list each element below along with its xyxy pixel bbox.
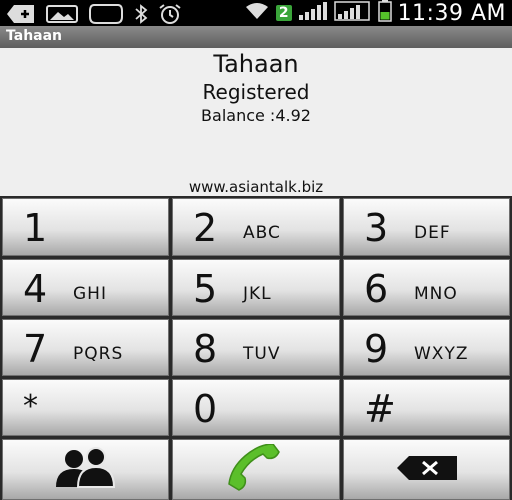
- key-1[interactable]: 1: [2, 198, 169, 256]
- key-letters: JKL: [243, 284, 272, 304]
- notification-badge: 2: [275, 5, 292, 21]
- key-7[interactable]: 7 PQRS: [2, 319, 169, 376]
- contacts-button[interactable]: [2, 439, 169, 500]
- key-8[interactable]: 8 TUV: [172, 319, 340, 376]
- key-digit: #: [364, 387, 396, 431]
- key-digit: 5: [193, 267, 218, 311]
- app-title-bar: Tahaan: [0, 26, 512, 48]
- key-digit: 2: [193, 206, 218, 250]
- key-0[interactable]: 0: [172, 379, 340, 436]
- key-digit: 9: [364, 327, 389, 371]
- bluetooth-icon: [134, 4, 148, 28]
- key-2[interactable]: 2 ABC: [172, 198, 340, 256]
- key-star[interactable]: *: [2, 379, 169, 436]
- key-digit: 8: [193, 327, 218, 371]
- backspace-icon: [395, 454, 459, 486]
- key-digit: 0: [193, 387, 218, 431]
- key-digit: 6: [364, 267, 389, 311]
- key-5[interactable]: 5 JKL: [172, 259, 340, 316]
- wifi-icon: [244, 1, 270, 25]
- key-letters: TUV: [243, 344, 281, 364]
- key-digit: 7: [23, 327, 48, 371]
- battery-icon: [377, 0, 392, 26]
- contacts-icon: [54, 446, 118, 493]
- key-letters: WXYZ: [414, 344, 469, 364]
- key-hash[interactable]: #: [343, 379, 510, 436]
- registration-status: Registered: [202, 80, 310, 104]
- key-4[interactable]: 4 GHI: [2, 259, 169, 316]
- account-info-panel: Tahaan Registered Balance :4.92 www.asia…: [0, 48, 512, 196]
- status-time: 11:39 AM: [397, 0, 506, 26]
- key-digit: *: [23, 389, 38, 424]
- status-bar: 2 11:39 AM: [0, 0, 512, 26]
- key-letters: ABC: [243, 223, 281, 243]
- call-icon: [225, 442, 287, 496]
- dial-keypad: 1 2 ABC 3 DEF 4 GHI 5 JKL 6 MNO 7 PQRS 8…: [0, 196, 512, 500]
- image-icon: [46, 4, 78, 28]
- app-title: Tahaan: [6, 28, 63, 44]
- key-letters: MNO: [414, 284, 458, 304]
- key-digit: 1: [23, 206, 48, 250]
- account-name: Tahaan: [213, 50, 299, 78]
- backspace-button[interactable]: [343, 439, 510, 500]
- add-icon: [6, 4, 36, 28]
- key-6[interactable]: 6 MNO: [343, 259, 510, 316]
- key-digit: 4: [23, 267, 48, 311]
- key-digit: 3: [364, 206, 389, 250]
- key-letters: GHI: [73, 284, 107, 304]
- key-letters: DEF: [414, 223, 451, 243]
- website-link[interactable]: www.asiantalk.biz: [0, 178, 512, 196]
- key-letters: PQRS: [73, 344, 124, 364]
- key-3[interactable]: 3 DEF: [343, 198, 510, 256]
- key-9[interactable]: 9 WXYZ: [343, 319, 510, 376]
- call-button[interactable]: [172, 439, 340, 500]
- signal-icon-2: [333, 1, 372, 25]
- balance-label: Balance :4.92: [201, 106, 311, 125]
- signal-icon: [298, 1, 328, 25]
